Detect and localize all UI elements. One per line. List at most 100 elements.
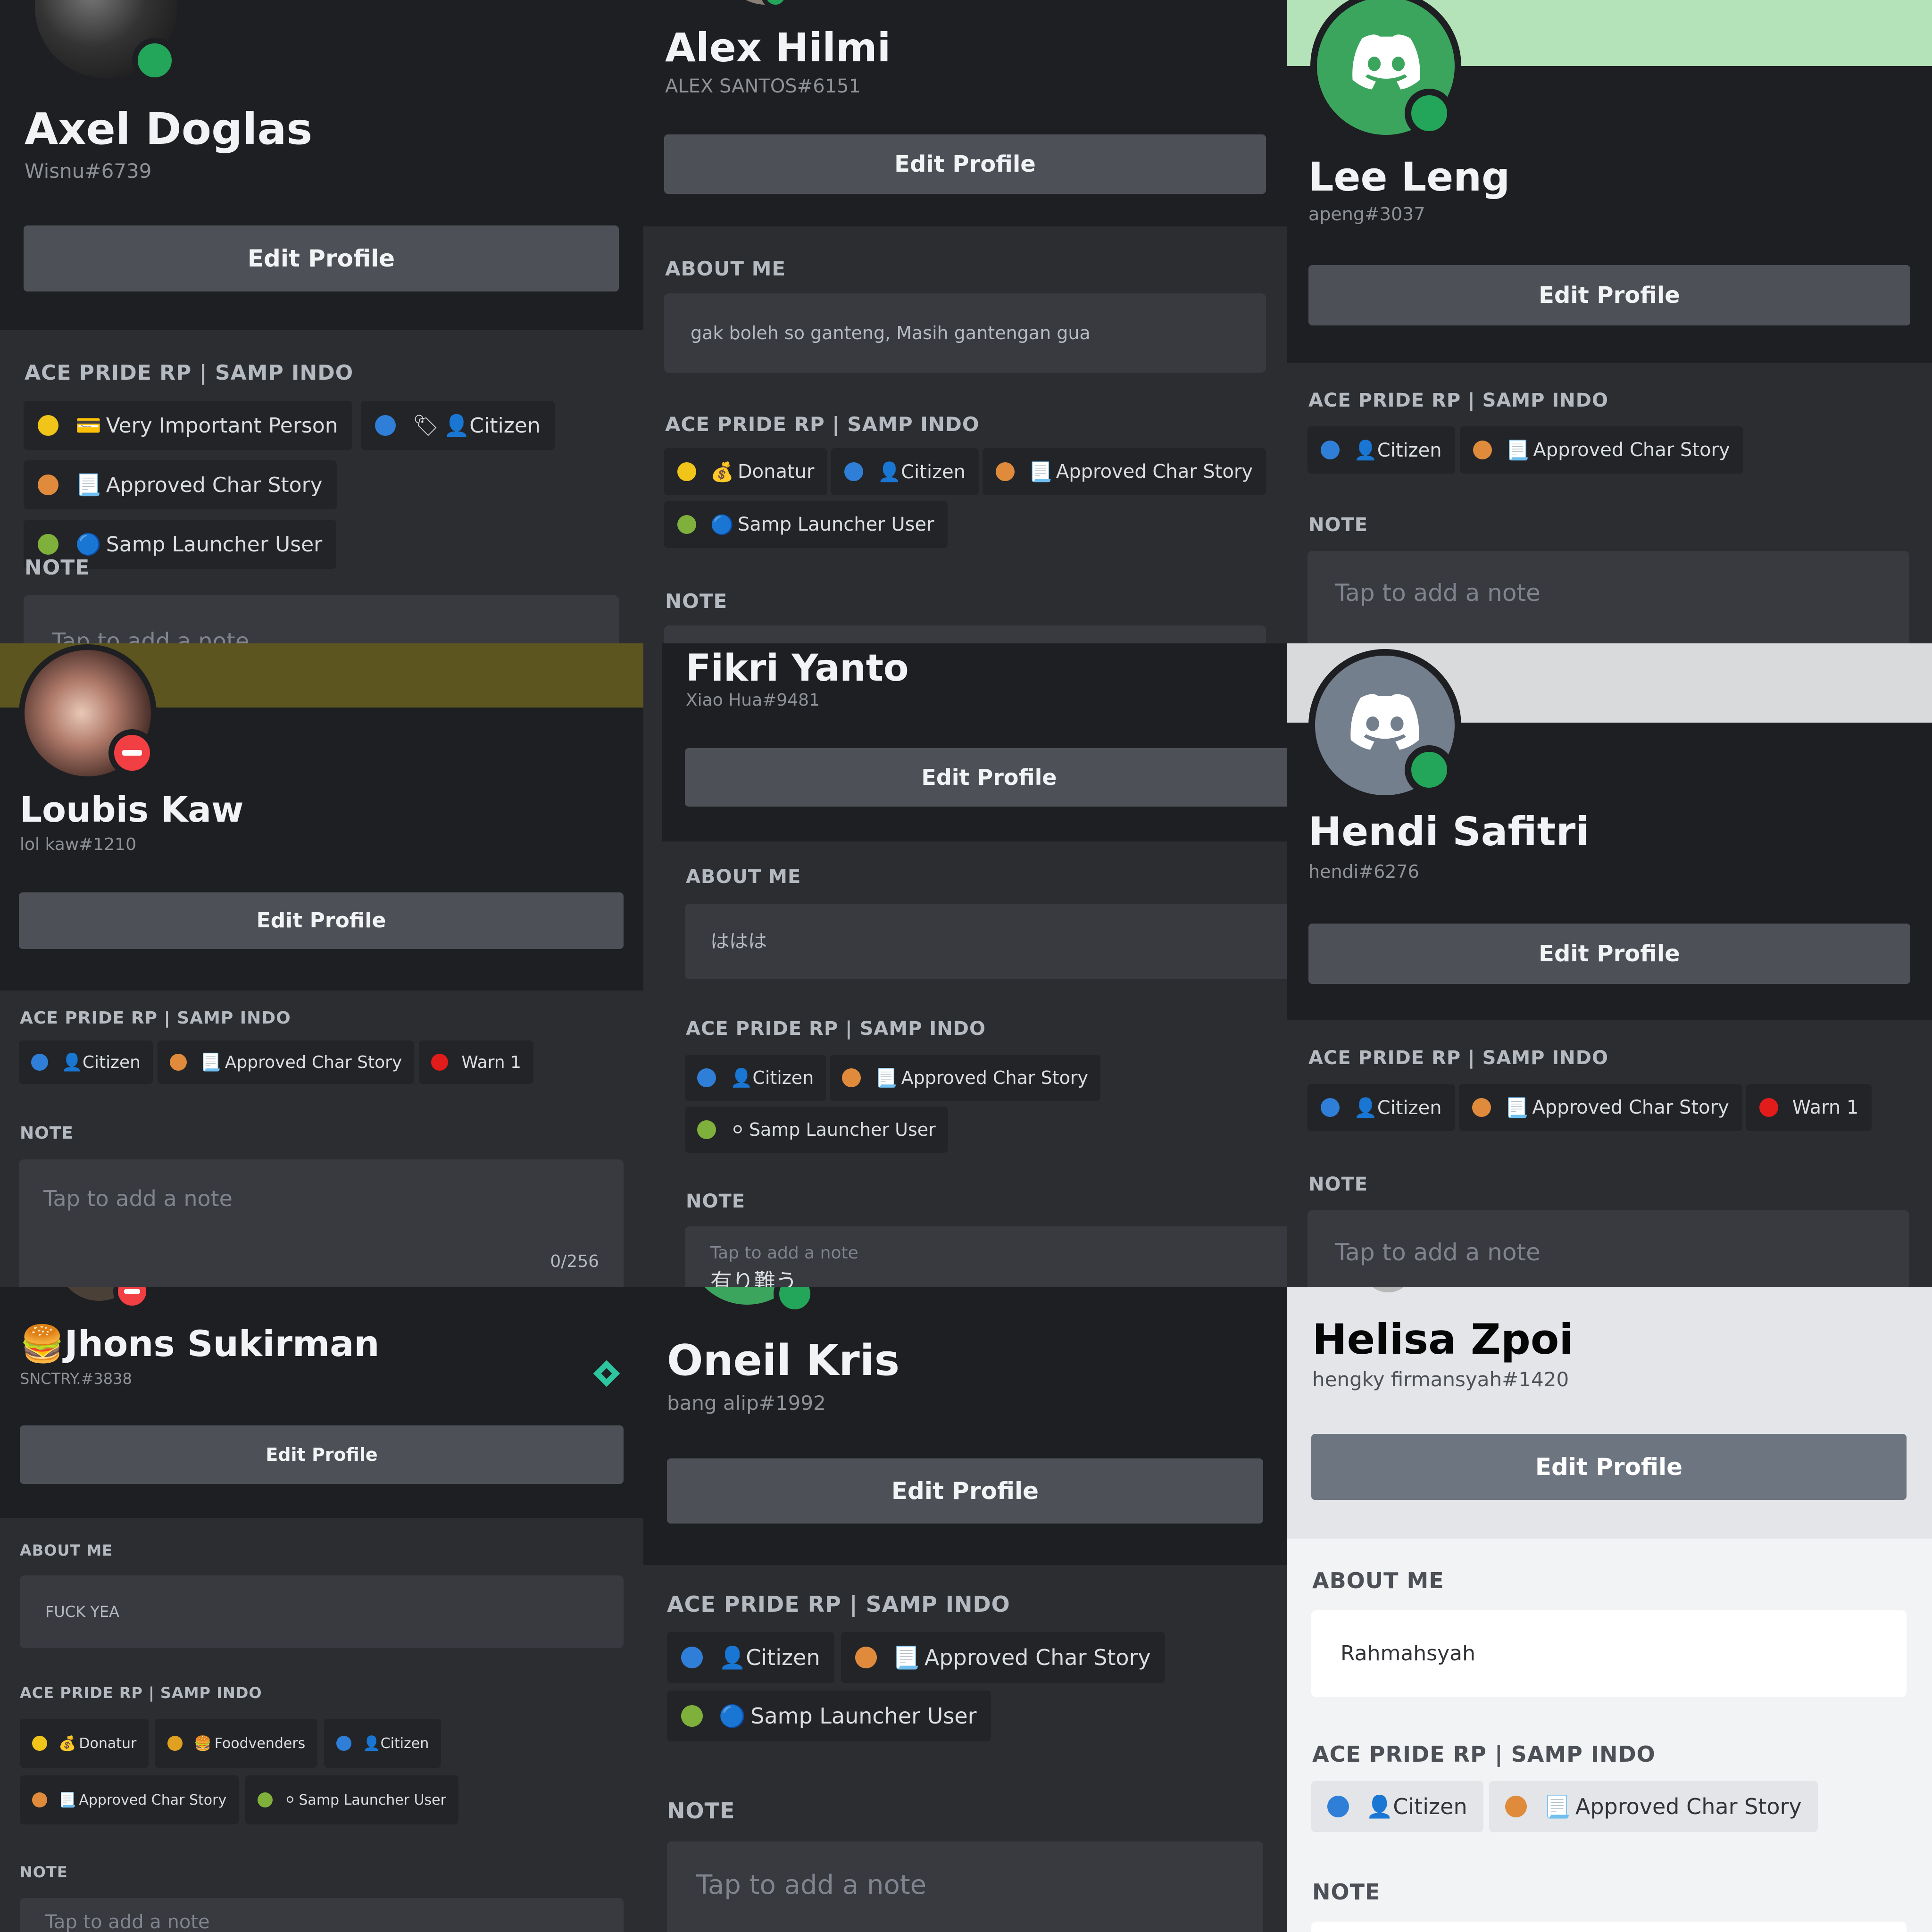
role-color-dot [38, 415, 58, 436]
role-chip[interactable]: 👤Citizen [685, 1055, 826, 1101]
edit-profile-button[interactable]: Edit Profile [664, 134, 1266, 194]
note-input[interactable]: Tap to add a note [24, 595, 619, 643]
role-chip[interactable]: 👤Citizen [324, 1719, 441, 1768]
edit-profile-button[interactable]: Edit Profile [20, 1425, 624, 1484]
role-label: 👤Citizen [719, 1644, 820, 1670]
edit-profile-button[interactable]: Edit Profile [19, 892, 624, 949]
note-placeholder: Tap to add a note [710, 1243, 858, 1263]
role-chip[interactable]: 💰 Donatur [20, 1719, 149, 1768]
role-label: 👤Citizen [61, 1053, 141, 1072]
username-tag: SNCTRY.#3838 [20, 1370, 132, 1388]
role-chip[interactable]: 👤Citizen [831, 448, 979, 495]
document-icon: 📃 [75, 473, 101, 497]
edit-profile-button[interactable]: Edit Profile [685, 748, 1287, 807]
role-color-dot [1321, 1098, 1340, 1117]
online-status-icon [1405, 745, 1454, 794]
role-list: 👤Citizen 📃 Approved Char Story ⚪ Samp La… [685, 1055, 1287, 1153]
role-chip[interactable]: 📃 Approved Char Story [157, 1041, 415, 1084]
role-chip[interactable]: 📃 Approved Char Story [830, 1055, 1100, 1101]
about-me-text: Rahmahsyah [1341, 1641, 1475, 1666]
display-name: Oneil Kris [667, 1336, 900, 1385]
document-icon: 📃 [58, 1791, 76, 1808]
role-chip[interactable]: 📃 Approved Char Story [1459, 426, 1743, 474]
server-roles-title: ACE PRIDE RP | SAMP INDO [1312, 1741, 1656, 1767]
role-list: 💰 Donatur 👤Citizen 📃 Approved Char Story… [664, 448, 1273, 548]
note-input[interactable]: Tap to add a note 0/256 [19, 1159, 624, 1287]
note-title: NOTE [20, 1124, 74, 1143]
server-roles-title: ACE PRIDE RP | SAMP INDO [25, 361, 354, 385]
role-label: 👤Citizen [363, 1735, 429, 1752]
role-chip[interactable]: 🔵 Samp Launcher User [664, 501, 948, 548]
role-chip[interactable]: 👤Citizen [19, 1041, 153, 1084]
role-label: Warn 1 [461, 1052, 521, 1072]
role-chip[interactable]: ⚪ Samp Launcher User [685, 1107, 948, 1153]
role-color-dot [996, 462, 1015, 481]
edit-profile-button[interactable]: Edit Profile [667, 1458, 1263, 1524]
about-me-title: ABOUT ME [686, 866, 801, 888]
about-me-box: ははは [685, 904, 1287, 979]
role-chip[interactable]: Warn 1 [1746, 1084, 1872, 1131]
note-input[interactable]: Tap to add a note [667, 1841, 1263, 1932]
money-bag-icon: 💰 [58, 1735, 76, 1752]
username-tag: apeng#3037 [1308, 204, 1425, 225]
about-me-title: ABOUT ME [20, 1541, 113, 1559]
role-label: Approved Char Story [1056, 461, 1253, 483]
role-label: 👤Citizen [1354, 439, 1442, 461]
display-name: Fikri Yanto [686, 647, 909, 690]
role-label: Samp Launcher User [737, 514, 934, 535]
discord-logo-icon [1352, 34, 1420, 90]
note-input[interactable]: Tap to add a note [1307, 551, 1909, 643]
role-color-dot [1327, 1796, 1349, 1817]
edit-profile-button[interactable]: Edit Profile [1311, 1434, 1907, 1500]
username-tag: hendi#6276 [1308, 861, 1419, 882]
note-input[interactable]: Tap to add a note [20, 1898, 624, 1932]
online-status-icon [132, 38, 177, 83]
server-roles-title: ACE PRIDE RP | SAMP INDO [667, 1591, 1010, 1617]
role-chip[interactable]: 👤Citizen [1307, 1084, 1455, 1131]
role-chip[interactable]: 💳 Very Important Person [24, 401, 352, 450]
about-me-box: FUCK YEA [20, 1575, 624, 1648]
blue-orb-icon: 🔵 [710, 514, 734, 536]
role-chip[interactable]: 🍔 Foodvenders [155, 1719, 318, 1768]
note-placeholder: Tap to add a note [45, 1911, 210, 1932]
role-chip[interactable]: 📃 Approved Char Story [841, 1632, 1165, 1683]
role-label: Very Important Person [106, 413, 338, 438]
role-chip[interactable]: ⚪ Samp Launcher User [245, 1775, 458, 1824]
role-chip[interactable]: 📃 Approved Char Story [24, 460, 337, 509]
document-icon: 📃 [875, 1067, 898, 1088]
edit-profile-button[interactable]: Edit Profile [24, 225, 619, 291]
edit-profile-button[interactable]: Edit Profile [1308, 924, 1910, 984]
role-color-dot [336, 1736, 352, 1751]
username-tag: bang alip#1992 [667, 1391, 826, 1415]
note-input[interactable]: Tap to add a note 有り難う [685, 1226, 1287, 1287]
note-input[interactable]: Tap to add a note [1307, 1210, 1909, 1287]
role-label: Approved Char Story [924, 1645, 1151, 1670]
launcher-icon: ⚪ [730, 1119, 745, 1140]
profile-header: Axel Doglas Wisnu#6739 Edit Profile [0, 0, 643, 330]
role-chip[interactable]: 📃 Approved Char Story [1489, 1781, 1818, 1832]
role-list: 👤Citizen 📃 Approved Char Story Warn 1 [19, 1041, 627, 1084]
role-list: 👤Citizen 📃 Approved Char Story 🔵 Samp La… [667, 1632, 1266, 1741]
note-input[interactable] [1311, 1922, 1907, 1932]
screenshot-collage: Axel Doglas Wisnu#6739 Edit Profile ACE … [0, 0, 1932, 1932]
blue-orb-icon: 🔵 [75, 533, 101, 557]
role-color-dot [375, 415, 396, 436]
role-chip[interactable]: 👤Citizen [1307, 426, 1455, 474]
note-input[interactable] [664, 625, 1266, 643]
profile-panel-oneil: Oneil Kris bang alip#1992 Edit Profile A… [643, 1287, 1287, 1932]
role-chip[interactable]: 📃 Approved Char Story [1458, 1084, 1742, 1131]
role-chip[interactable]: 📃 Approved Char Story [20, 1775, 239, 1824]
role-chip[interactable]: 👤Citizen [667, 1632, 834, 1683]
server-roles-title: ACE PRIDE RP | SAMP INDO [665, 413, 980, 436]
role-label: Donatur [737, 461, 815, 483]
role-color-dot [1505, 1796, 1527, 1817]
edit-profile-button[interactable]: Edit Profile [1308, 265, 1910, 325]
role-chip[interactable]: 💰 Donatur [664, 448, 828, 495]
role-chip[interactable]: 🔵 Samp Launcher User [667, 1690, 991, 1741]
about-me-text: ははは [710, 931, 767, 952]
role-chip[interactable]: 🏷 👤Citizen [360, 401, 555, 450]
role-chip[interactable]: 📃 Approved Char Story [983, 448, 1266, 495]
role-chip[interactable]: 👤Citizen [1311, 1781, 1483, 1832]
role-chip[interactable]: Warn 1 [419, 1041, 533, 1084]
display-name: 🍔Jhons Sukirman [20, 1323, 380, 1365]
